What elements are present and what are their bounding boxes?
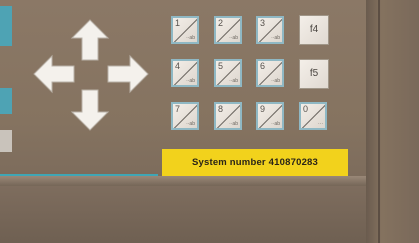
key-caption: ··ab: [229, 35, 238, 41]
key-caption: ··ab: [186, 78, 195, 84]
key-9[interactable]: 9 ··ab: [256, 102, 284, 130]
cabinet-seam: [378, 0, 380, 243]
key-caption: ··ab: [229, 121, 238, 127]
key-caption: ··ab: [271, 78, 280, 84]
arrow-left-icon[interactable]: [32, 52, 76, 96]
key-caption: ··ab: [186, 121, 195, 127]
key-number: 3: [260, 18, 266, 28]
key-caption: ··ab: [271, 121, 280, 127]
key-5[interactable]: 5 ··ab: [214, 59, 242, 87]
side-indicator-bottom: [0, 130, 12, 152]
side-indicator-middle: [0, 88, 12, 114]
key-number: 0: [303, 104, 309, 114]
key-2[interactable]: 2 ··ab: [214, 16, 242, 44]
key-number: 7: [175, 104, 181, 114]
lower-housing: [0, 186, 366, 243]
key-number: 5: [218, 61, 224, 71]
f5-key[interactable]: f5: [299, 59, 329, 89]
cabinet-edge: [366, 0, 419, 243]
arrow-right-icon[interactable]: [106, 52, 150, 96]
key-4[interactable]: 4 ··ab: [171, 59, 199, 87]
key-caption: ··ab: [229, 78, 238, 84]
key-6[interactable]: 6 ··ab: [256, 59, 284, 87]
system-number-label: System number 410870283: [162, 149, 348, 176]
key-number: 4: [175, 61, 181, 71]
side-indicator-top: [0, 6, 12, 46]
key-number: 6: [260, 61, 266, 71]
device-panel: 1 ··ab 2 ··ab 3 ··ab f4 4 ··ab 5 ··ab 6 …: [0, 0, 419, 243]
key-8[interactable]: 8 ··ab: [214, 102, 242, 130]
key-1[interactable]: 1 ··ab: [171, 16, 199, 44]
key-3[interactable]: 3 ··ab: [256, 16, 284, 44]
key-number: 9: [260, 104, 266, 114]
key-caption: ···: [318, 121, 323, 127]
key-number: 2: [218, 18, 224, 28]
key-0[interactable]: 0 ···: [299, 102, 327, 130]
f4-key[interactable]: f4: [299, 15, 329, 45]
key-caption: ··ab: [186, 35, 195, 41]
key-number: 1: [175, 18, 181, 28]
panel-bezel: [0, 176, 366, 186]
key-7[interactable]: 7 ··ab: [171, 102, 199, 130]
key-number: 8: [218, 104, 224, 114]
key-caption: ··ab: [271, 35, 280, 41]
